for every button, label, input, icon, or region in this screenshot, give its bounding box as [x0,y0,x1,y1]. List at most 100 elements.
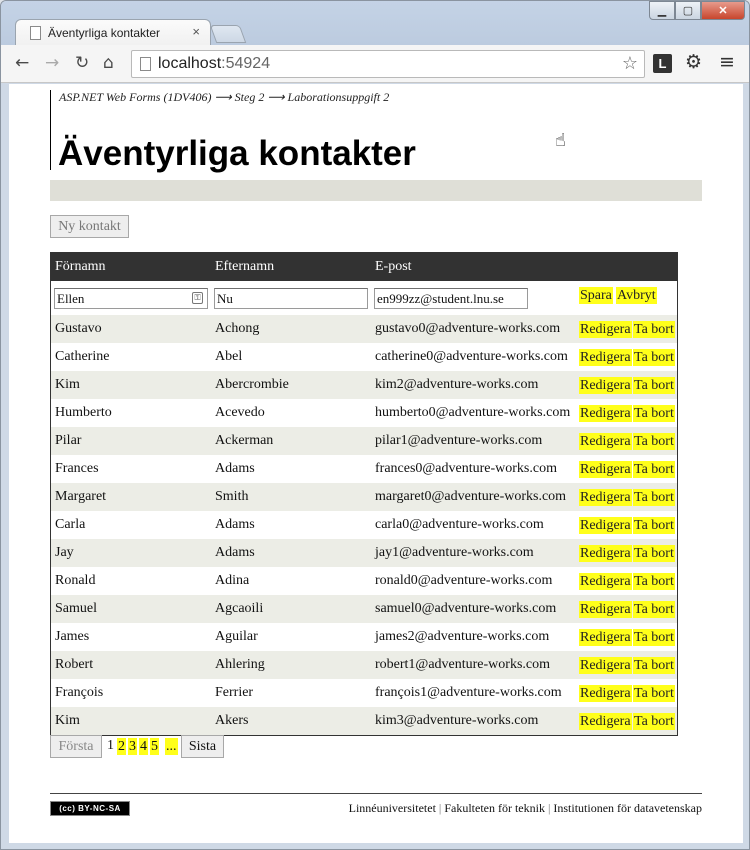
extension-icon[interactable]: L [653,54,672,73]
first-name-cell: James [55,629,90,644]
delete-button[interactable]: Ta bort [633,433,675,450]
delete-button[interactable]: Ta bort [633,545,675,562]
back-arrow-icon[interactable]: ← [15,53,29,73]
home-icon[interactable]: ⌂ [103,53,114,73]
edit-button[interactable]: Redigera [579,433,632,450]
last-page-button[interactable]: Sista [181,735,224,758]
last-name-cell: Adams [215,545,255,560]
maximize-button[interactable]: ▢ [675,1,701,20]
delete-button[interactable]: Ta bort [633,713,675,730]
gear-icon[interactable]: ⚙ [685,51,702,73]
browser-tab[interactable]: Äventyrliga kontakter × [15,19,211,47]
email-input[interactable] [374,288,528,309]
reload-icon[interactable]: ↻ [75,53,89,73]
delete-button[interactable]: Ta bort [633,573,675,590]
edit-button[interactable]: Redigera [579,657,632,674]
email-cell: samuel0@adventure-works.com [375,601,557,616]
save-button[interactable]: Spara [579,287,613,304]
edit-button[interactable]: Redigera [579,321,632,338]
edit-button[interactable]: Redigera [579,713,632,730]
page-link[interactable]: 4 [139,738,148,755]
table-row: Ronald Adina ronald0@adventure-works.com Re… [51,567,677,595]
delete-button[interactable]: Ta bort [633,629,675,646]
email-cell: carla0@adventure-works.com [375,517,544,532]
edit-button[interactable]: Redigera [579,517,632,534]
delete-button[interactable]: Ta bort [633,517,675,534]
new-contact-button[interactable]: Ny kontakt [50,215,129,238]
first-name-cell: Pilar [55,433,82,448]
bookmark-star-icon[interactable]: ☆ [622,53,638,74]
page-link[interactable]: 3 [128,738,137,755]
first-name-cell: Humberto [55,405,112,420]
delete-button[interactable]: Ta bort [633,489,675,506]
last-name-cell: Ahlering [215,657,265,672]
edit-button[interactable]: Redigera [579,685,632,702]
delete-button[interactable]: Ta bort [633,377,675,394]
table-row: Jay Adams jay1@adventure-works.com Redigera… [51,539,677,567]
email-cell: kim3@adventure-works.com [375,713,539,728]
last-name-cell: Ackerman [215,433,274,448]
first-name-input[interactable] [54,288,208,309]
email-cell: ronald0@adventure-works.com [375,573,553,588]
table-row: Kim Abercrombie kim2@adventure-works.com Re… [51,371,677,399]
edit-button[interactable]: Redigera [579,545,632,562]
first-name-cell: Frances [55,461,99,476]
delete-button[interactable]: Ta bort [633,461,675,478]
table-row: Samuel Agcaoili samuel0@adventure-works.co… [51,595,677,623]
new-tab-button[interactable] [209,25,247,43]
email-cell: gustavo0@adventure-works.com [375,321,561,336]
last-name-cell: Aguilar [215,629,258,644]
page-link[interactable]: 2 [117,738,126,755]
page-icon [140,57,151,71]
current-page: 1 [107,738,114,753]
tab-title: Äventyrliga kontakter [48,26,161,40]
first-name-cell: Carla [55,517,86,532]
title-bar: Äventyrliga kontakter × ▁ ▢ ✕ [1,1,749,47]
footer-link[interactable]: Linnéuniversitetet [349,801,436,815]
first-name-cell: Jay [55,545,74,560]
forward-arrow-icon[interactable]: → [45,53,59,73]
delete-button[interactable]: Ta bort [633,349,675,366]
table-header: Förnamn Efternamn E-post [51,253,677,281]
footer-divider [50,793,702,794]
first-name-cell: Kim [55,377,80,392]
table-row: Kim Akers kim3@adventure-works.com Redigera… [51,707,677,735]
edit-button[interactable]: Redigera [579,461,632,478]
license-badge[interactable]: (cc) BY-NC-SA [50,801,130,816]
edit-button[interactable]: Redigera [579,601,632,618]
table-row: Margaret Smith margaret0@adventure-works.c… [51,483,677,511]
page-link[interactable]: 5 [150,738,159,755]
autofill-key-icon[interactable]: ⚿ [192,292,203,304]
edit-button[interactable]: Redigera [579,573,632,590]
delete-button[interactable]: Ta bort [633,601,675,618]
email-cell: pilar1@adventure-works.com [375,433,543,448]
delete-button[interactable]: Ta bort [633,685,675,702]
first-name-cell: Margaret [55,489,107,504]
delete-button[interactable]: Ta bort [633,321,675,338]
footer-link[interactable]: Fakulteten för teknik [444,801,545,815]
header-first-name: Förnamn [55,259,106,274]
table-row: Gustavo Achong gustavo0@adventure-works.co… [51,315,677,343]
last-name-input[interactable] [214,288,368,309]
close-button[interactable]: ✕ [701,1,745,20]
edit-button[interactable]: Redigera [579,377,632,394]
table-row: Humberto Acevedo humberto0@adventure-works… [51,399,677,427]
cancel-button[interactable]: Avbryt [616,287,657,304]
delete-button[interactable]: Ta bort [633,405,675,422]
edit-button[interactable]: Redigera [579,629,632,646]
first-page-button[interactable]: Första [50,735,102,758]
url-text: localhost:54924 [158,55,271,72]
edit-button[interactable]: Redigera [579,489,632,506]
tab-close-icon[interactable]: × [192,24,200,39]
edit-button[interactable]: Redigera [579,349,632,366]
email-cell: james2@adventure-works.com [375,629,550,644]
edit-button[interactable]: Redigera [579,405,632,422]
delete-button[interactable]: Ta bort [633,657,675,674]
footer-link[interactable]: Institutionen för datavetenskap [553,801,702,815]
browser-window: Äventyrliga kontakter × ▁ ▢ ✕ ← → ↻ ⌂ lo… [0,0,750,850]
minimize-button[interactable]: ▁ [649,1,675,20]
menu-icon[interactable]: ≡ [719,51,735,73]
more-pages-link[interactable]: ... [165,738,178,755]
first-name-cell: Catherine [55,349,110,364]
address-bar[interactable]: localhost:54924 ☆ [131,50,645,78]
